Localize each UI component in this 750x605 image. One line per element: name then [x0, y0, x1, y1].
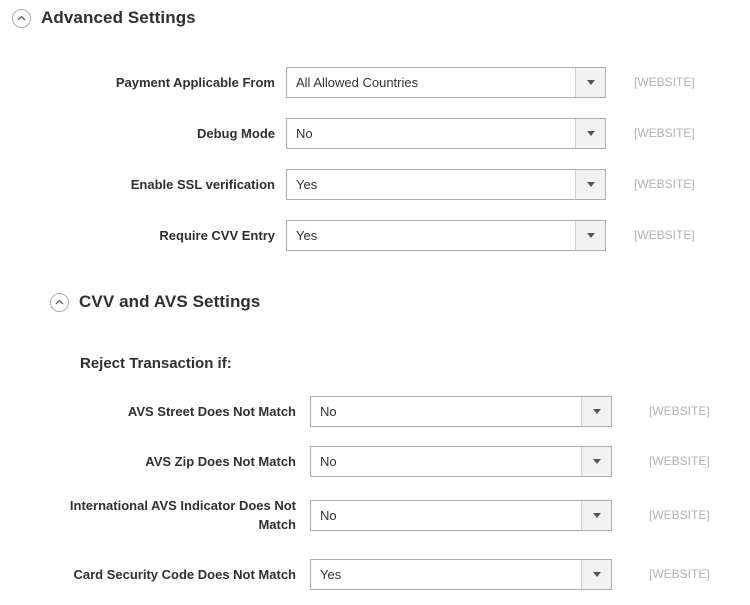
chevron-up-circle-icon[interactable]: [50, 292, 69, 312]
field-row-card-security-code-does-not-match: Card Security Code Does Not Match Yes [W…: [60, 559, 710, 590]
section-header-cvv-avs-settings[interactable]: CVV and AVS Settings: [50, 292, 260, 312]
select-value: No: [320, 454, 337, 469]
field-label: International AVS Indicator Does Not Mat…: [69, 498, 296, 532]
field-label: Debug Mode: [197, 126, 275, 141]
field-label: Payment Applicable From: [115, 75, 275, 90]
caret-down-icon[interactable]: [575, 119, 605, 148]
scope-label: [WEBSITE]: [634, 228, 695, 242]
field-row-enable-ssl-verification: Enable SSL verification Yes [WEBSITE]: [60, 169, 695, 200]
section-title: CVV and AVS Settings: [79, 292, 261, 311]
select-avs-zip-does-not-match[interactable]: No: [310, 446, 612, 477]
scope-label: [WEBSITE]: [634, 177, 695, 191]
scope-label: [WEBSITE]: [649, 567, 710, 581]
field-row-debug-mode: Debug Mode No [WEBSITE]: [60, 118, 695, 149]
field-row-avs-street-does-not-match: AVS Street Does Not Match No [WEBSITE]: [60, 396, 710, 427]
select-card-security-code-does-not-match[interactable]: Yes: [310, 559, 612, 590]
field-label: AVS Zip Does Not Match: [145, 454, 296, 469]
section-header-advanced-settings[interactable]: Advanced Settings: [12, 8, 196, 28]
field-label: Require CVV Entry: [159, 228, 275, 243]
section-title: Advanced Settings: [41, 8, 196, 27]
field-row-international-avs-indicator-does-not-match: International AVS Indicator Does Not Mat…: [60, 496, 710, 534]
scope-label: [WEBSITE]: [649, 454, 710, 468]
caret-down-icon[interactable]: [575, 221, 605, 250]
select-debug-mode[interactable]: No: [286, 118, 606, 149]
caret-down-icon[interactable]: [581, 500, 611, 530]
select-payment-applicable-from[interactable]: All Allowed Countries: [286, 67, 606, 98]
chevron-up-circle-icon[interactable]: [12, 8, 31, 28]
caret-down-icon[interactable]: [581, 397, 611, 426]
select-value: Yes: [296, 228, 318, 243]
scope-label: [WEBSITE]: [649, 507, 710, 522]
field-row-payment-applicable-from: Payment Applicable From All Allowed Coun…: [60, 67, 695, 98]
select-require-cvv-entry[interactable]: Yes: [286, 220, 606, 251]
scope-label: [WEBSITE]: [634, 75, 695, 89]
field-label: AVS Street Does Not Match: [127, 404, 296, 419]
select-value: Yes: [320, 567, 342, 582]
select-avs-street-does-not-match[interactable]: No: [310, 396, 612, 427]
select-value: No: [320, 404, 337, 419]
caret-down-icon[interactable]: [575, 170, 605, 199]
field-row-require-cvv-entry: Require CVV Entry Yes [WEBSITE]: [60, 220, 695, 251]
select-international-avs-indicator-does-not-match[interactable]: No: [310, 499, 612, 531]
field-row-avs-zip-does-not-match: AVS Zip Does Not Match No [WEBSITE]: [60, 446, 710, 477]
scope-label: [WEBSITE]: [634, 126, 695, 140]
subsection-title-reject-transaction: Reject Transaction if:: [80, 355, 232, 372]
scope-label: [WEBSITE]: [649, 404, 710, 418]
select-value: Yes: [296, 177, 318, 192]
caret-down-icon[interactable]: [581, 447, 611, 476]
select-value: All Allowed Countries: [296, 75, 419, 90]
select-enable-ssl-verification[interactable]: Yes: [286, 169, 606, 200]
field-label: Card Security Code Does Not Match: [73, 567, 297, 582]
select-value: No: [320, 507, 337, 523]
caret-down-icon[interactable]: [575, 68, 605, 97]
select-value: No: [296, 126, 313, 141]
caret-down-icon[interactable]: [581, 560, 611, 589]
field-label: Enable SSL verification: [130, 177, 275, 192]
